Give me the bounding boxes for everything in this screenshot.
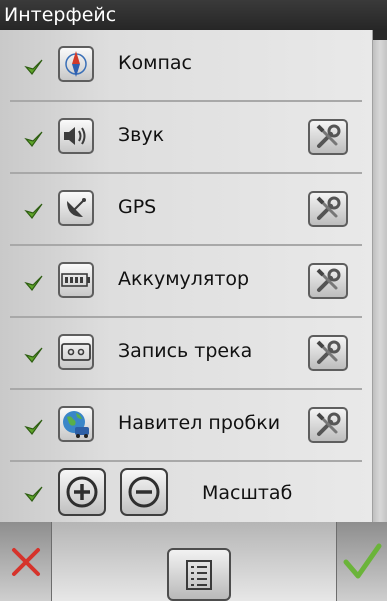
speaker-icon: [58, 118, 94, 154]
item-label: Аккумулятор: [118, 268, 250, 290]
settings-tools-button[interactable]: [308, 263, 348, 299]
checkmark-icon[interactable]: [24, 129, 44, 149]
item-label: Запись трека: [118, 340, 253, 362]
cancel-button[interactable]: [0, 522, 52, 601]
settings-tools-button[interactable]: [308, 407, 348, 443]
zoom-in-icon: [58, 468, 106, 516]
checkmark-icon[interactable]: [24, 417, 44, 437]
tools-icon: [316, 268, 341, 292]
scrollbar[interactable]: [373, 30, 387, 530]
battery-icon: [58, 262, 94, 298]
checkmark-icon[interactable]: [24, 345, 44, 365]
traffic-globe-icon: [58, 406, 94, 442]
settings-panel: Компас Звук GPS Аккумулятор Запись трека…: [0, 30, 373, 522]
checkmark-icon[interactable]: [24, 201, 44, 221]
satellite-dish-icon: [58, 190, 94, 226]
list-item-navitel-traffic[interactable]: Навител пробки: [10, 390, 362, 462]
ok-button[interactable]: [336, 522, 387, 601]
compass-icon: [58, 46, 94, 82]
checkmark-icon[interactable]: [24, 57, 44, 77]
menu-button[interactable]: [167, 548, 231, 601]
list-item-compass[interactable]: Компас: [10, 30, 362, 102]
tools-icon: [316, 196, 341, 220]
list-icon: [186, 559, 212, 590]
item-label: Навител пробки: [118, 412, 281, 434]
list-item-gps[interactable]: GPS: [10, 174, 362, 246]
settings-tools-button[interactable]: [308, 119, 348, 155]
list-item-sound[interactable]: Звук: [10, 102, 362, 174]
window-title: Интерфейс: [4, 4, 117, 26]
item-label: Звук: [118, 124, 165, 146]
tools-icon: [316, 340, 341, 364]
window-title-bar: Интерфейс: [0, 0, 387, 30]
list-item-battery[interactable]: Аккумулятор: [10, 246, 362, 318]
settings-tools-button[interactable]: [308, 191, 348, 227]
checkmark-icon[interactable]: [24, 484, 44, 504]
tools-icon: [316, 124, 341, 148]
item-label: Масштаб: [202, 482, 293, 504]
cassette-icon: [58, 334, 94, 370]
close-icon: [11, 547, 40, 576]
tools-icon: [316, 412, 341, 436]
item-label: Компас: [118, 52, 192, 74]
settings-tools-button[interactable]: [308, 335, 348, 371]
list-item-track-recording[interactable]: Запись трека: [10, 318, 362, 390]
checkmark-icon: [343, 543, 382, 578]
bottom-toolbar: [0, 522, 387, 601]
checkmark-icon[interactable]: [24, 273, 44, 293]
list-item-scale[interactable]: Масштаб: [10, 462, 362, 522]
item-label: GPS: [118, 196, 157, 218]
zoom-out-icon: [120, 468, 168, 516]
